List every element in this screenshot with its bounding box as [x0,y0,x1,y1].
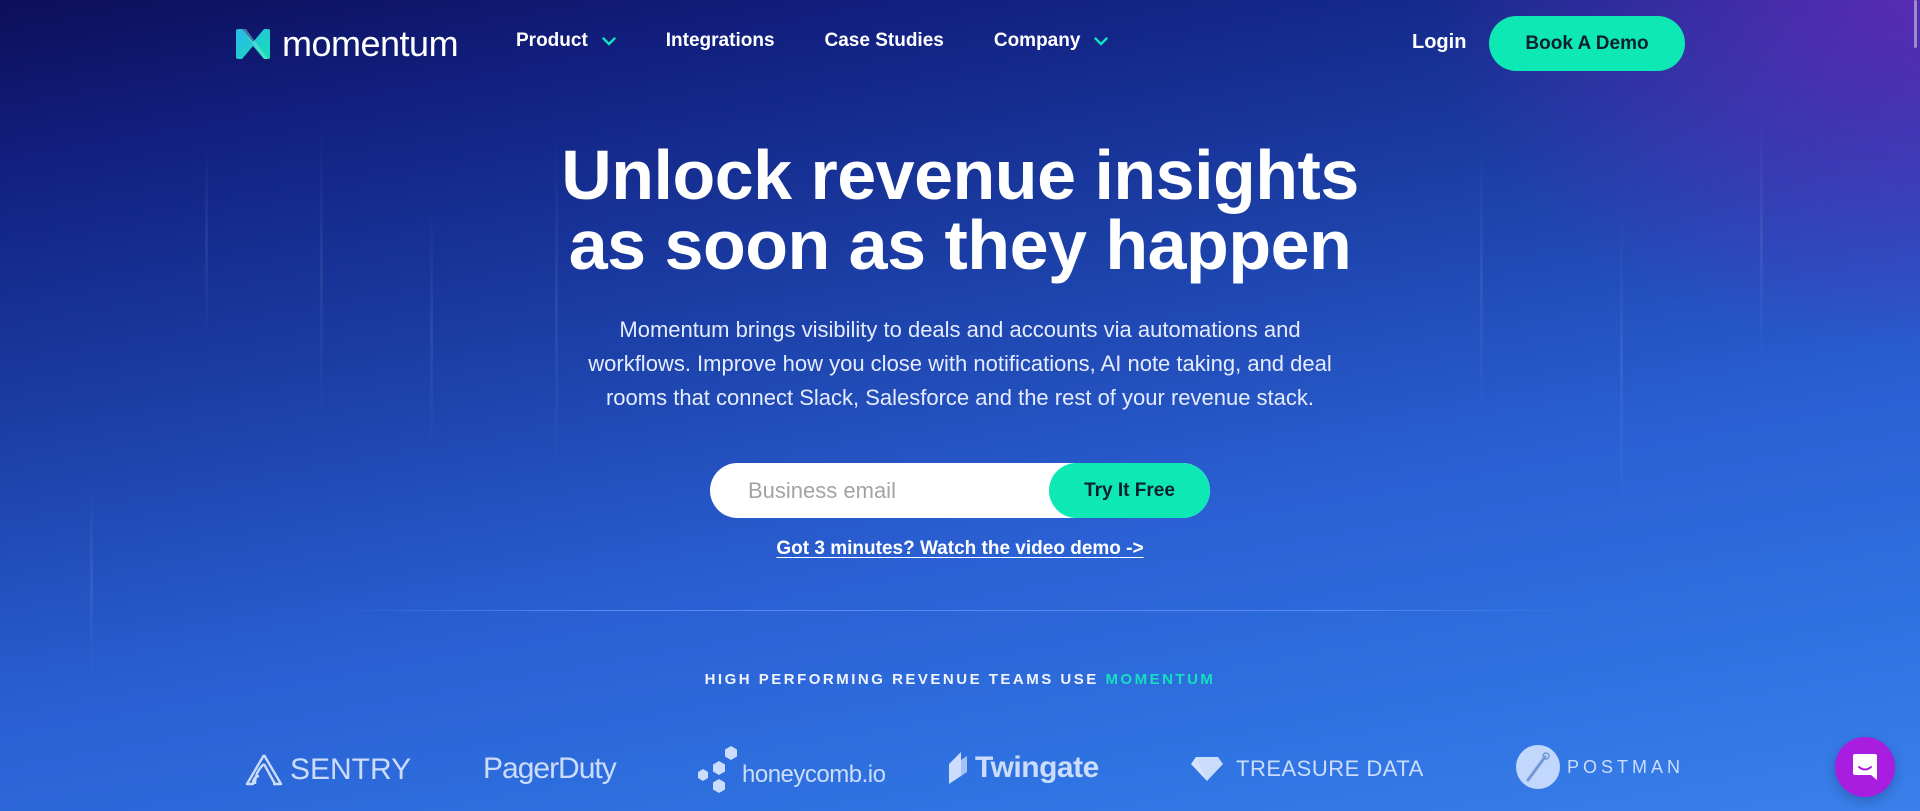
chevron-down-icon [602,36,616,46]
section-divider [330,610,1590,611]
subtext-line-3: rooms that connect Slack, Salesforce and… [605,385,1315,410]
social-proof-label: HIGH PERFORMING REVENUE TEAMS USE MOMENT… [0,671,1920,688]
customer-logos: SENTRY PagerDuty honeycomb.io Twingate T… [0,740,1920,800]
nav-item-label: Product [516,30,588,51]
video-demo-link[interactable]: Got 3 minutes? Watch the video demo -> [776,538,1143,559]
customer-logo-treasure-data: TREASURE DATA [1190,756,1424,782]
diamond-icon [1191,757,1223,781]
chat-bubble-icon [1853,754,1877,780]
nav-item-integrations[interactable]: Integrations [666,30,775,52]
postman-logo-icon [1516,745,1560,789]
brand-name: momentum [282,23,459,64]
social-proof-prefix: HIGH PERFORMING REVENUE TEAMS USE [704,671,1099,688]
customer-logo-twingate: Twingate [945,750,1099,786]
top-navigation: momentum Product Integrations Case Studi… [0,0,1920,86]
video-demo-link-wrapper: Got 3 minutes? Watch the video demo -> [0,538,1920,560]
scrollbar-thumb[interactable] [1914,0,1917,48]
nav-item-label: Integrations [665,30,775,51]
customer-logo-honeycomb: honeycomb.io [695,744,886,796]
twingate-logo-icon [949,752,967,784]
nav-item-company[interactable]: Company [994,30,1109,52]
chevron-down-icon [1094,36,1109,46]
sentry-logo-icon [245,754,283,786]
business-email-input[interactable] [710,463,1050,518]
nav-item-product[interactable]: Product [516,30,616,52]
hero-headline: Unlock revenue insights as soon as they … [0,140,1920,280]
background-streak [90,480,93,680]
customer-logo-pagerduty: PagerDuty [483,752,617,786]
book-demo-button[interactable]: Book A Demo [1489,16,1685,71]
customer-logo-postman: POSTMAN [1515,744,1684,790]
nav-item-case-studies[interactable]: Case Studies [825,30,944,52]
momentum-logo[interactable]: momentum [234,23,459,64]
headline-line-1: Unlock revenue insights [561,136,1359,214]
page-scrollbar[interactable] [1910,0,1920,811]
subtext-line-2: workflows. Improve how you close with no… [588,351,1332,376]
chat-widget-button[interactable] [1835,737,1895,797]
customer-name: PagerDuty [483,752,617,785]
signup-form: Try It Free [710,463,1210,518]
nav-item-label: Company [993,30,1081,51]
customer-name: SENTRY [290,753,412,786]
customer-name: honeycomb.io [742,761,886,788]
momentum-logo-icon [236,29,270,59]
try-it-free-button[interactable]: Try It Free [1049,463,1210,518]
login-link[interactable]: Login [1412,31,1466,54]
customer-name: TREASURE DATA [1236,756,1424,781]
honeycomb-hexagon-icon [698,746,737,793]
headline-line-2: as soon as they happen [568,206,1352,284]
customer-name: Twingate [975,751,1099,784]
hero-subtext: Momentum brings visibility to deals and … [540,313,1380,415]
nav-item-label: Case Studies [824,30,944,51]
nav-links: Product Integrations Case Studies Compan… [516,30,1158,52]
customer-name: POSTMAN [1567,756,1685,777]
social-proof-accent: MOMENTUM [1105,671,1216,688]
subtext-line-1: Momentum brings visibility to deals and … [619,317,1301,342]
customer-logo-sentry: SENTRY [244,752,411,788]
